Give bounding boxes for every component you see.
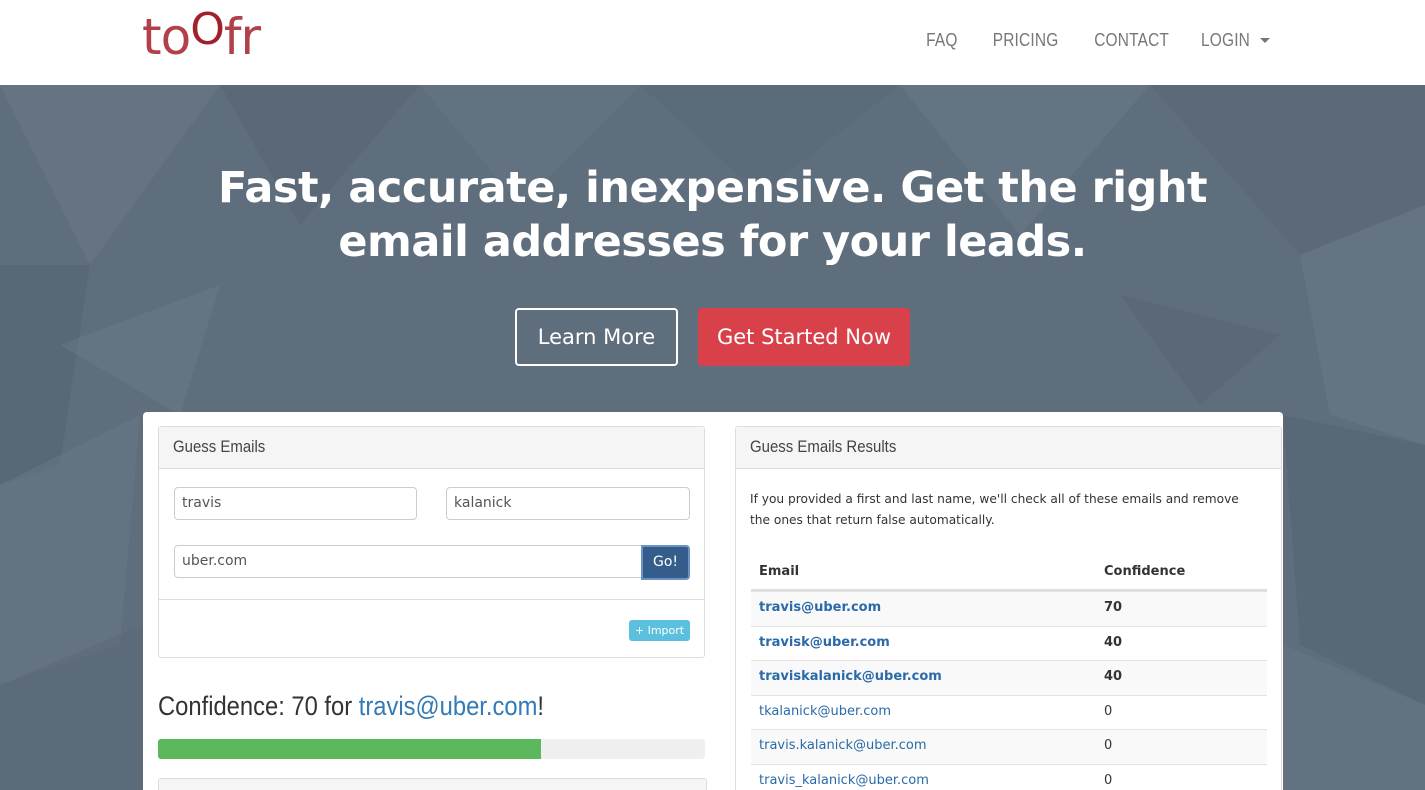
chevron-down-icon[interactable]	[1260, 38, 1270, 43]
logo-text-part2: O	[190, 4, 225, 55]
headline-line-1: Fast, accurate, inexpensive. Get the rig…	[218, 163, 1208, 213]
results-description: If you provided a first and last name, w…	[750, 492, 1239, 527]
confidence-prefix: Confidence: 70 for	[158, 691, 359, 721]
table-row: travisk@uber.com 40	[751, 625, 1267, 661]
top-navbar: toOfr FAQ PRICING CONTACT LOGIN	[0, 0, 1425, 86]
results-table: Email Confidence travis@uber.com 70 trav…	[751, 557, 1267, 790]
email-link[interactable]: travis.kalanick@uber.com	[759, 738, 927, 753]
confidence-value: 0	[1104, 703, 1113, 719]
panel-divider	[159, 599, 704, 600]
guess-results-panel: Guess Emails Results If you provided a f…	[735, 426, 1282, 790]
nav-pricing[interactable]: PRICING	[992, 30, 1058, 51]
confidence-value: 0	[1104, 772, 1113, 788]
toofr-logo[interactable]: toOfr	[142, 2, 261, 72]
nav-contact[interactable]: CONTACT	[1094, 30, 1169, 51]
table-row: traviskalanick@uber.com 40	[751, 660, 1267, 695]
first-name-input[interactable]: travis	[174, 487, 417, 520]
column-header-email: Email	[759, 564, 800, 579]
secondary-panel-header	[158, 778, 707, 790]
nav-faq[interactable]: FAQ	[926, 30, 957, 51]
headline-line-2: email addresses for your leads.	[338, 217, 1087, 267]
confidence-progress-bar	[158, 739, 705, 759]
guess-results-title: Guess Emails Results	[750, 437, 897, 456]
results-table-header: Email Confidence	[751, 557, 1267, 591]
last-name-input[interactable]: kalanick	[446, 487, 690, 520]
email-link[interactable]: traviskalanick@uber.com	[759, 669, 942, 684]
nav-login-dropdown[interactable]: LOGIN	[1193, 30, 1270, 51]
confidence-value: 40	[1104, 634, 1123, 650]
confidence-summary: Confidence: 70 for travis@uber.com!	[158, 691, 544, 722]
go-button[interactable]: Go!	[641, 545, 690, 580]
email-link[interactable]: tkalanick@uber.com	[759, 704, 891, 719]
email-link[interactable]: travis@uber.com	[759, 600, 881, 615]
confidence-value: 0	[1104, 738, 1113, 753]
guess-emails-panel: Guess Emails travis kalanick uber.com Go…	[158, 426, 705, 658]
logo-text-part3: fr	[223, 8, 261, 66]
email-link[interactable]: travis_kalanick@uber.com	[759, 773, 929, 788]
import-button[interactable]: + Import	[629, 620, 690, 641]
learn-more-button[interactable]: Learn More	[515, 308, 678, 366]
column-header-confidence: Confidence	[1104, 564, 1186, 579]
confidence-suffix: !	[537, 691, 545, 721]
domain-input[interactable]: uber.com	[174, 545, 642, 578]
confidence-value: 40	[1104, 669, 1123, 684]
guess-results-header: Guess Emails Results	[736, 427, 1281, 469]
guess-emails-title: Guess Emails	[173, 437, 266, 456]
table-row: travis_kalanick@uber.com 0	[751, 763, 1267, 790]
table-row: travis@uber.com 70	[751, 591, 1267, 626]
nav-login[interactable]: LOGIN	[1201, 30, 1250, 51]
confidence-value: 70	[1104, 600, 1123, 615]
get-started-button[interactable]: Get Started Now	[698, 308, 910, 366]
hero-section: Fast, accurate, inexpensive. Get the rig…	[0, 85, 1425, 790]
table-row: travis.kalanick@uber.com 0	[751, 729, 1267, 764]
confidence-progress-fill	[158, 739, 541, 759]
main-nav: FAQ PRICING CONTACT LOGIN	[921, 30, 1270, 51]
demo-card: Guess Emails travis kalanick uber.com Go…	[143, 412, 1283, 790]
email-link[interactable]: travisk@uber.com	[759, 635, 890, 650]
confidence-email-link[interactable]: travis@uber.com	[359, 691, 538, 721]
hero-headline: Fast, accurate, inexpensive. Get the rig…	[0, 161, 1425, 269]
table-row: tkalanick@uber.com 0	[751, 694, 1267, 730]
guess-emails-header: Guess Emails	[159, 427, 704, 469]
logo-text-part1: to	[142, 8, 191, 66]
